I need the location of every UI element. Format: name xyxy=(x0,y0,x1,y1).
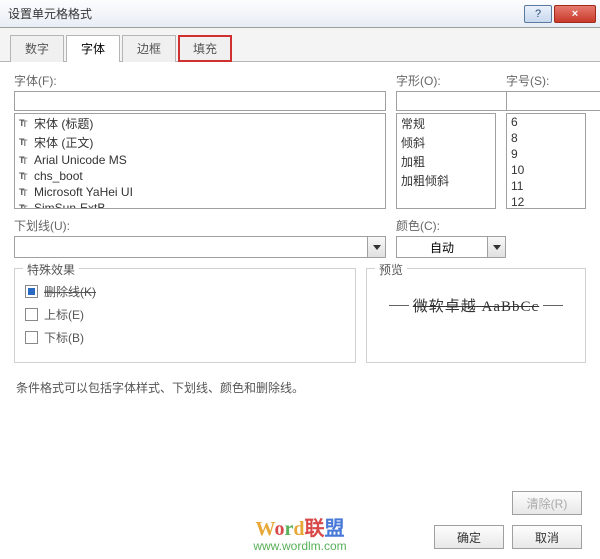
tab-number[interactable]: 数字 xyxy=(10,35,64,62)
list-item[interactable]: Arial Unicode MS xyxy=(15,152,385,168)
preview-area: 微软卓越 AaBbCc xyxy=(377,277,575,333)
font-listbox[interactable]: 宋体 (标题) 宋体 (正文) Arial Unicode MS chs_boo… xyxy=(14,113,386,209)
watermark-brand: Word联盟 xyxy=(253,518,346,540)
size-label: 字号(S): xyxy=(506,72,586,89)
truetype-icon xyxy=(19,187,31,198)
size-listbox[interactable]: 6 8 9 10 11 12 xyxy=(506,113,586,209)
list-item[interactable]: 加粗 xyxy=(397,152,495,171)
watermark: Word联盟 www.wordlm.com xyxy=(253,518,346,553)
underline-dropdown[interactable] xyxy=(14,236,386,258)
chevron-down-icon xyxy=(487,237,505,257)
truetype-icon xyxy=(19,137,31,148)
list-item[interactable]: chs_boot xyxy=(15,168,385,184)
list-item[interactable]: 宋体 (正文) xyxy=(15,133,385,152)
size-input[interactable] xyxy=(506,91,600,111)
list-item[interactable]: 倾斜 xyxy=(397,133,495,152)
list-item[interactable]: SimSun-ExtB xyxy=(15,200,385,209)
watermark-url: www.wordlm.com xyxy=(253,540,346,553)
color-label: 颜色(C): xyxy=(396,217,586,234)
list-item[interactable]: 10 xyxy=(507,162,585,178)
font-label: 字体(F): xyxy=(14,72,386,89)
cancel-button[interactable]: 取消 xyxy=(512,525,582,549)
preview-text: 微软卓越 AaBbCc xyxy=(413,295,539,316)
ok-button[interactable]: 确定 xyxy=(434,525,504,549)
clear-button[interactable]: 清除(R) xyxy=(512,491,582,515)
list-item[interactable]: 9 xyxy=(507,146,585,162)
effects-group: 特殊效果 删除线(K) 上标(E) 下标(B) xyxy=(14,268,356,363)
close-button[interactable]: × xyxy=(554,5,596,23)
font-input[interactable] xyxy=(14,91,386,111)
list-item[interactable]: 加粗倾斜 xyxy=(397,171,495,190)
preview-legend: 预览 xyxy=(375,261,407,278)
titlebar: 设置单元格格式 ? × xyxy=(0,0,600,28)
tab-fill[interactable]: 填充 xyxy=(178,35,232,62)
tab-border[interactable]: 边框 xyxy=(122,35,176,62)
tab-panel-font: 字体(F): 宋体 (标题) 宋体 (正文) Arial Unicode MS … xyxy=(0,62,600,414)
truetype-icon xyxy=(19,118,31,129)
strikethrough-checkbox[interactable]: 删除线(K) xyxy=(25,283,345,300)
checkbox-icon xyxy=(25,308,38,321)
underline-label: 下划线(U): xyxy=(14,217,386,234)
style-listbox[interactable]: 常规 倾斜 加粗 加粗倾斜 xyxy=(396,113,496,209)
footer-note: 条件格式可以包括字体样式、下划线、颜色和删除线。 xyxy=(16,379,584,396)
list-item[interactable]: 12 xyxy=(507,194,585,209)
list-item[interactable]: Microsoft YaHei UI xyxy=(15,184,385,200)
style-label: 字形(O): xyxy=(396,72,496,89)
list-item[interactable]: 8 xyxy=(507,130,585,146)
truetype-icon xyxy=(19,203,31,210)
color-dropdown[interactable]: 自动 xyxy=(396,236,506,258)
preview-group: 预览 微软卓越 AaBbCc xyxy=(366,268,586,363)
tab-font[interactable]: 字体 xyxy=(66,35,120,62)
superscript-checkbox[interactable]: 上标(E) xyxy=(25,306,345,323)
subscript-checkbox[interactable]: 下标(B) xyxy=(25,329,345,346)
checkbox-icon xyxy=(25,285,38,298)
effects-legend: 特殊效果 xyxy=(23,261,79,278)
color-value: 自动 xyxy=(397,239,487,256)
chevron-down-icon xyxy=(367,237,385,257)
truetype-icon xyxy=(19,155,31,166)
list-item[interactable]: 11 xyxy=(507,178,585,194)
help-button[interactable]: ? xyxy=(524,5,552,23)
list-item[interactable]: 常规 xyxy=(397,114,495,133)
checkbox-icon xyxy=(25,331,38,344)
window-title: 设置单元格格式 xyxy=(8,5,522,22)
list-item[interactable]: 宋体 (标题) xyxy=(15,114,385,133)
tab-strip: 数字 字体 边框 填充 xyxy=(0,28,600,62)
list-item[interactable]: 6 xyxy=(507,114,585,130)
truetype-icon xyxy=(19,171,31,182)
